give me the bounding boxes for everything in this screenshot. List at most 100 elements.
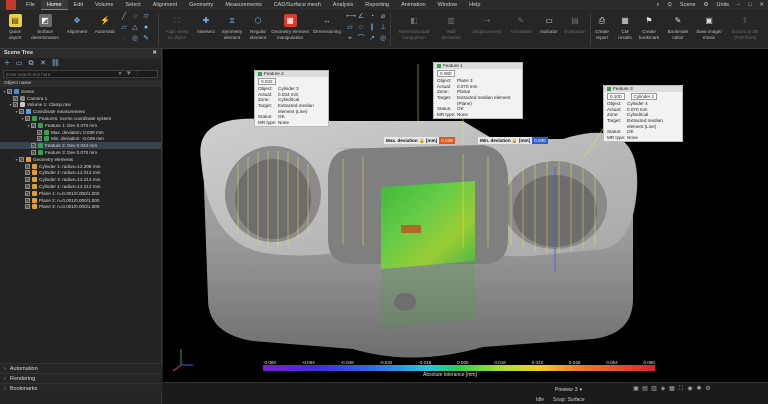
scene-icon[interactable]: ⛭ [668, 2, 672, 9]
camera-icon[interactable]: ◉ [687, 386, 693, 392]
tree-row[interactable]: ▾ ✓ Coordinate measurement [0, 108, 161, 115]
runout-tool-icon[interactable]: ↗ [368, 35, 376, 43]
preview-value[interactable]: 3 [575, 387, 578, 393]
tree-row[interactable]: ▾ ✓ Volume 1: Clamp.raw [0, 102, 161, 109]
sphere-tool-icon[interactable]: ● [142, 24, 150, 32]
bookmarks-section[interactable]: Bookmarks [0, 383, 162, 393]
point-tool-icon[interactable]: · [120, 35, 128, 43]
tree-row[interactable]: ▾ ✓ Scene [0, 88, 161, 95]
concentric-tool-icon[interactable]: ◎ [379, 35, 387, 43]
angle-tool-icon[interactable]: ∠ [357, 13, 365, 21]
view-front-icon[interactable]: ▣ [633, 386, 639, 392]
automatic-button[interactable]: ⚡ Automatic [92, 10, 118, 49]
min-deviation-label[interactable]: Min. deviation 🔒 [mm] 0.030 [478, 137, 548, 144]
visibility-checkbox[interactable]: ✓ [31, 143, 36, 149]
cm-results-button[interactable]: ▦ CM results [614, 10, 636, 49]
maximize-icon[interactable]: □ [748, 2, 751, 8]
annotation-button[interactable]: ✎ Annotation [506, 10, 536, 49]
visibility-checkbox[interactable]: ✓ [13, 95, 18, 101]
search-input[interactable] [4, 71, 114, 77]
menu-item-select[interactable]: Select [119, 0, 146, 10]
tree-row[interactable]: ✓ Cylinder 2: radius=12.213 mm [0, 170, 161, 177]
perpendicular-tool-icon[interactable]: ⊥ [379, 24, 387, 32]
position-tool-icon[interactable]: ⌖ [346, 35, 354, 43]
parallel-tool-icon[interactable]: ∥ [368, 24, 376, 32]
options-icon[interactable]: ⋮ [135, 71, 140, 77]
tree-row[interactable]: ✓ Plane 1: n=0.001/0.000/1.000 [0, 190, 161, 197]
tree-row[interactable]: ✓ Feature 3: Dev 0.070 mm [0, 149, 161, 156]
scene-selector[interactable]: Scene [680, 2, 696, 8]
visibility-checkbox[interactable]: ✓ [37, 129, 42, 135]
intersect-button[interactable]: ✚ Intersect [194, 10, 218, 49]
nominal-actual-button[interactable]: ◧ Nominal/actual comparison [394, 10, 434, 49]
menu-item-analysis[interactable]: Analysis [327, 0, 359, 10]
chevron-down-icon[interactable]: ▾ [580, 387, 583, 393]
evaluation-button[interactable]: ▤ Evaluation [562, 10, 588, 49]
create-bookmark-button[interactable]: ⚑ Create bookmark [636, 10, 662, 49]
radius-tool-icon[interactable]: ◔ [368, 13, 376, 21]
cylinder-tool-icon[interactable]: ⌭ [142, 13, 150, 21]
surface-determination-button[interactable]: ◩ Surface determination [28, 10, 62, 49]
tree-row[interactable]: ✓ Camera 1 [0, 95, 161, 102]
search-icon[interactable]: ⌕ [656, 2, 659, 9]
close-icon[interactable]: ✕ [759, 2, 764, 8]
panel-close-icon[interactable]: ✕ [152, 49, 157, 58]
visibility-checkbox[interactable]: ✓ [19, 156, 24, 162]
minimize-icon[interactable]: – [737, 2, 740, 8]
quick-import-button[interactable]: ▤ Quick import [4, 10, 26, 49]
create-report-button[interactable]: ⎙ Create report [591, 10, 613, 49]
add-icon[interactable]: ＋ [3, 60, 11, 68]
view-side-icon[interactable]: ▥ [651, 386, 657, 392]
link-icon[interactable]: ⛓ [51, 60, 60, 68]
rendering-section[interactable]: Rendering [0, 373, 162, 383]
displacement-button[interactable]: ⇢ Displacement [470, 10, 504, 49]
menu-item-volume[interactable]: Volume [89, 0, 119, 10]
settings-icon[interactable]: ⚙ [705, 386, 711, 392]
duplicate-icon[interactable]: ⧉ [27, 60, 35, 68]
feature-1-callout[interactable]: Feature 1 0.080 Object: Plane 3 Actual: 0.… [433, 62, 523, 120]
visibility-checkbox[interactable]: ✓ [19, 109, 24, 115]
menu-item-home[interactable]: Home [40, 0, 68, 10]
tree-row[interactable]: ▾ ✓ Geometry elements [0, 156, 161, 163]
tree-row[interactable]: ▾ ✓ Feature 1: Dev 0.070 mm [0, 122, 161, 129]
visibility-checkbox[interactable]: ✓ [31, 122, 36, 128]
menu-item-cad-surface-mesh[interactable]: CAD/Surface mesh [268, 0, 327, 10]
units-button[interactable]: Units [716, 2, 729, 8]
menu-item-edit[interactable]: Edit [68, 0, 89, 10]
menu-item-geometry[interactable]: Geometry [183, 0, 219, 10]
symmetry-element-button[interactable]: ⧖ Symmetry element [219, 10, 245, 49]
tree-row[interactable]: ✓ Cylinder 4: radius=12.213 mm [0, 183, 161, 190]
visibility-checkbox[interactable]: ✓ [31, 150, 36, 156]
tree-row[interactable]: ✓ Cylinder 3: radius=12.213 mm [0, 176, 161, 183]
preview-control[interactable]: Preview 3 ▾ [555, 387, 582, 393]
save-image-button[interactable]: ▣ Save image/ movie [694, 10, 724, 49]
tree-row[interactable]: ✓ Plane 2: n=0.001/0.000/1.000 [0, 197, 161, 204]
alignment-button[interactable]: ✥ Alignment [64, 10, 90, 49]
roundness-tool-icon[interactable]: ○ [357, 24, 365, 32]
menu-item-file[interactable]: File [20, 0, 41, 10]
torus-tool-icon[interactable]: ◎ [131, 35, 139, 43]
visibility-checkbox[interactable]: ✓ [7, 88, 12, 94]
tree-row[interactable]: ✓ Min. deviation: -0.039 mm [0, 136, 161, 143]
align-views-button[interactable]: ⛶ Align views to object [162, 10, 192, 49]
max-deviation-label[interactable]: Max. deviation 🔒 [mm] 0.039 [384, 137, 455, 144]
visibility-checkbox[interactable]: ✓ [25, 116, 30, 122]
view-iso-icon[interactable]: ◈ [660, 386, 666, 392]
free-tool-icon[interactable]: ✎ [142, 35, 150, 43]
tree-row[interactable]: ✓ Max. deviation: 0.039 mm [0, 129, 161, 136]
bookmark-editor-button[interactable]: ✎ Bookmark editor [664, 10, 692, 49]
dimensioning-button[interactable]: ↔ Dimensioning [312, 10, 342, 49]
menu-item-help[interactable]: Help [463, 0, 486, 10]
tree-row[interactable]: ✓ Cylinder 1: radius=12.208 mm [0, 163, 161, 170]
distance-tool-icon[interactable]: ⟷ [346, 13, 356, 21]
line-tool-icon[interactable]: ╱ [120, 13, 128, 21]
regular-element-button[interactable]: ⬡ Regular element [246, 10, 270, 49]
indicator-button[interactable]: ▭ Indicator [536, 10, 562, 49]
diameter-tool-icon[interactable]: ⌀ [379, 13, 387, 21]
clear-search-icon[interactable]: ✕ [118, 71, 122, 77]
visibility-checkbox[interactable]: ✓ [25, 190, 30, 196]
menu-item-window[interactable]: Window [432, 0, 464, 10]
view-top-icon[interactable]: ▤ [642, 386, 648, 392]
visibility-checkbox[interactable]: ✓ [25, 170, 30, 176]
delete-icon[interactable]: ✕ [39, 60, 47, 68]
